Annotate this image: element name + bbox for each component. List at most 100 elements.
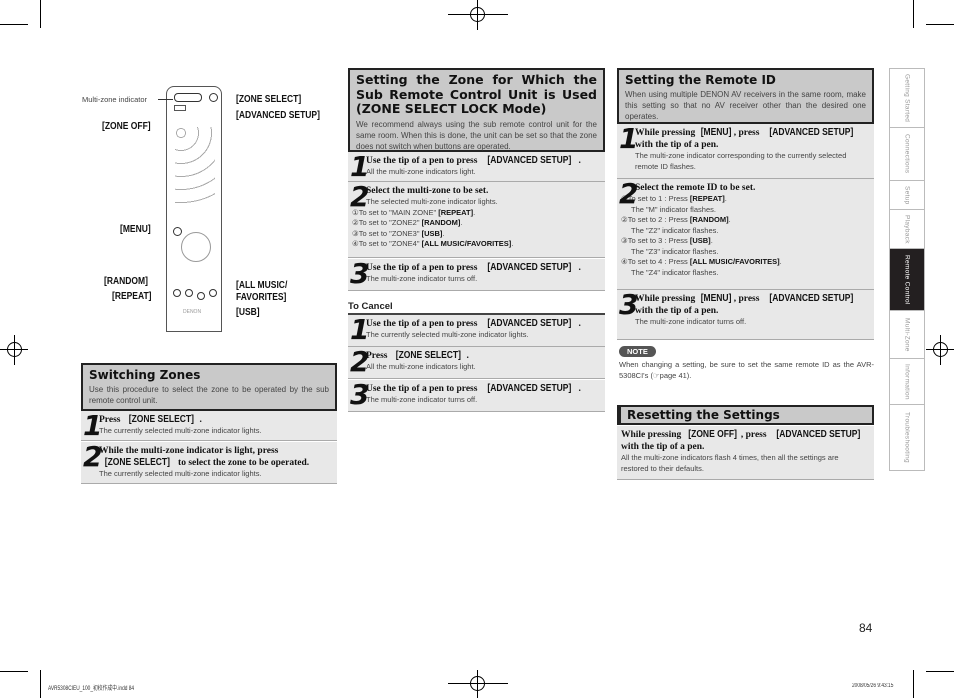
tab-multi-zone[interactable]: Multi-Zone — [889, 310, 925, 358]
usb-callout: [USB] — [236, 307, 260, 318]
reset-header: Resetting the Settings — [617, 405, 874, 425]
footer-date: 2008/05/26 9:43:15 — [852, 683, 894, 689]
registration-circle — [470, 676, 485, 691]
section-title: Setting the Remote ID — [625, 73, 776, 87]
tab-setup[interactable]: Setup — [889, 180, 925, 209]
tab-label: Connections — [903, 134, 911, 174]
step-number: 1 — [350, 150, 370, 183]
button-name: [ADVANCED SETUP] — [769, 293, 854, 304]
tab-label: Playback — [903, 214, 911, 244]
step-title: Use the tip of a pen to press [ADVANCED … — [366, 262, 581, 273]
step-description: The currently selected multi-zone indica… — [99, 426, 262, 435]
step-description: The multi-zone indicator turns off. — [366, 395, 478, 404]
note-badge: NOTE — [619, 346, 656, 357]
step-2: 2 Select the remote ID to be set. ①To set … — [617, 179, 874, 290]
menu-button — [173, 227, 182, 236]
note-text: When changing a setting, be sure to set … — [619, 360, 874, 380]
usb-button — [197, 292, 205, 300]
button-name: [MENU] — [700, 127, 732, 138]
option-line: ①To set to 1 : Press [REPEAT]. — [621, 194, 727, 203]
option-line: ④To set to 4 : Press [ALL MUSIC/FAVORITE… — [621, 257, 782, 266]
tab-getting-started[interactable]: Getting Started — [889, 68, 925, 127]
step-number: 3 — [350, 378, 370, 411]
tab-remote-control[interactable]: Remote Control — [889, 248, 925, 310]
step-description: The currently selected multi-zone indica… — [366, 330, 529, 339]
crop-mark — [40, 670, 41, 698]
step-title: Select the multi-zone to be set. — [366, 186, 489, 196]
to-cancel-heading: To Cancel — [348, 301, 605, 315]
option-line: ④To set to "ZONE4" [ALL MUSIC/FAVORITES]… — [352, 239, 514, 248]
step-2: 2 Select the multi-zone to be set. The sel… — [348, 182, 605, 258]
step-title: While pressing [ZONE OFF], press [ADVANC… — [621, 429, 861, 452]
step-number: 2 — [83, 440, 103, 473]
tab-label: Getting Started — [903, 73, 911, 123]
tab-information[interactable]: Information — [889, 358, 925, 404]
footer-file: AVR5308CIEU_100_初校作成中.indd 84 — [48, 686, 135, 692]
crop-mark — [913, 0, 914, 28]
menu-callout: [MENU] — [120, 224, 151, 235]
crop-mark — [926, 24, 954, 25]
all-music-callout: [ALL MUSIC/ — [236, 280, 288, 291]
button-name: [USB] — [689, 236, 711, 245]
section-title: Resetting the Settings — [627, 408, 780, 422]
step-title: Press [ZONE SELECT]. — [366, 350, 469, 361]
step-title: While pressing [MENU], press [ADVANCED S… — [635, 127, 854, 150]
button-name: [ADVANCED SETUP] — [487, 262, 572, 273]
option-result: The "Z4" indicator flashes. — [631, 267, 719, 277]
button-name: [ZONE OFF] — [687, 429, 737, 440]
random-callout: [RANDOM] — [104, 276, 148, 287]
crop-mark — [926, 671, 954, 672]
step-title: While pressing [MENU], press [ADVANCED S… — [635, 293, 854, 316]
crop-mark — [0, 671, 28, 672]
option-result: The "Z3" indicator flashes. — [631, 246, 719, 256]
option-line: ③To set to "ZONE3" [USB]. — [352, 228, 445, 238]
option-line: ③To set to 3 : Press [USB]. — [621, 236, 713, 245]
all-music-button — [209, 289, 217, 297]
option-text: ②To set to "ZONE2" — [352, 218, 422, 227]
crop-mark — [40, 0, 41, 28]
button-name: [ALL MUSIC/FAVORITES] — [689, 257, 780, 266]
button-name: [REPEAT] — [689, 194, 725, 203]
button-name: [REPEAT] — [438, 207, 474, 217]
option-text: ④To set to 4 : Press — [621, 257, 690, 266]
multi-zone-indicator-label: Multi-zone indicator — [82, 95, 148, 104]
option-text: ③To set to "ZONE3" — [352, 228, 422, 238]
step-single: While pressing [ZONE OFF], press [ADVANC… — [617, 426, 874, 480]
section-intro: When using multiple DENON AV receivers i… — [625, 90, 866, 121]
switching-zones-header: Switching Zones Use this procedure to se… — [81, 363, 337, 411]
step-2: 2 Press [ZONE SELECT]. All the multi-zone … — [348, 347, 605, 379]
page-number: 84 — [859, 621, 873, 635]
tab-connections[interactable]: Connections — [889, 127, 925, 180]
tab-troubleshooting[interactable]: Troubleshooting — [889, 404, 925, 470]
option-text: ②To set to 2 : Press — [621, 215, 690, 224]
step-number: 2 — [619, 177, 639, 210]
zone-off-button — [174, 105, 186, 111]
zone-select-callout: [ZONE SELECT] — [236, 94, 302, 105]
step-3: 3 Use the tip of a pen to press [ADVANCED… — [348, 259, 605, 291]
button-name: [ADVANCED SETUP] — [776, 429, 861, 440]
button-name: [ADVANCED SETUP] — [487, 318, 572, 329]
button-name: [ZONE SELECT] — [395, 350, 461, 361]
button-name: [MENU] — [700, 293, 732, 304]
button-name: [ALL MUSIC/FAVORITES] — [421, 239, 512, 248]
step-description: The selected multi-zone indicator lights… — [366, 197, 498, 206]
step-number: 1 — [619, 122, 639, 155]
option-line: ②To set to 2 : Press [RANDOM]. — [621, 215, 731, 224]
option-result: The "Z2" indicator flashes. — [631, 225, 719, 235]
tab-label: Information — [903, 363, 911, 400]
registration-circle — [7, 342, 22, 357]
crop-mark — [913, 670, 914, 698]
tab-label: Multi-Zone — [903, 317, 911, 352]
section-intro: We recommend always using the sub remote… — [356, 119, 597, 151]
tab-label: Troubleshooting — [903, 412, 911, 463]
tab-playback[interactable]: Playback — [889, 209, 925, 248]
multi-zone-indicator — [174, 93, 202, 102]
option-text: ③To set to 3 : Press — [621, 236, 690, 245]
step-1: 1 While pressing [MENU], press [ADVANCED … — [617, 124, 874, 179]
crop-mark — [0, 24, 28, 25]
step-title: Press [ZONE SELECT]. — [99, 414, 202, 425]
step-title: Use the tip of a pen to press [ADVANCED … — [366, 318, 581, 329]
step-3: 3 While pressing [MENU], press [ADVANCED … — [617, 290, 874, 340]
step-description: All the multi-zone indicators light. — [366, 362, 476, 371]
step-number: 2 — [350, 180, 370, 213]
